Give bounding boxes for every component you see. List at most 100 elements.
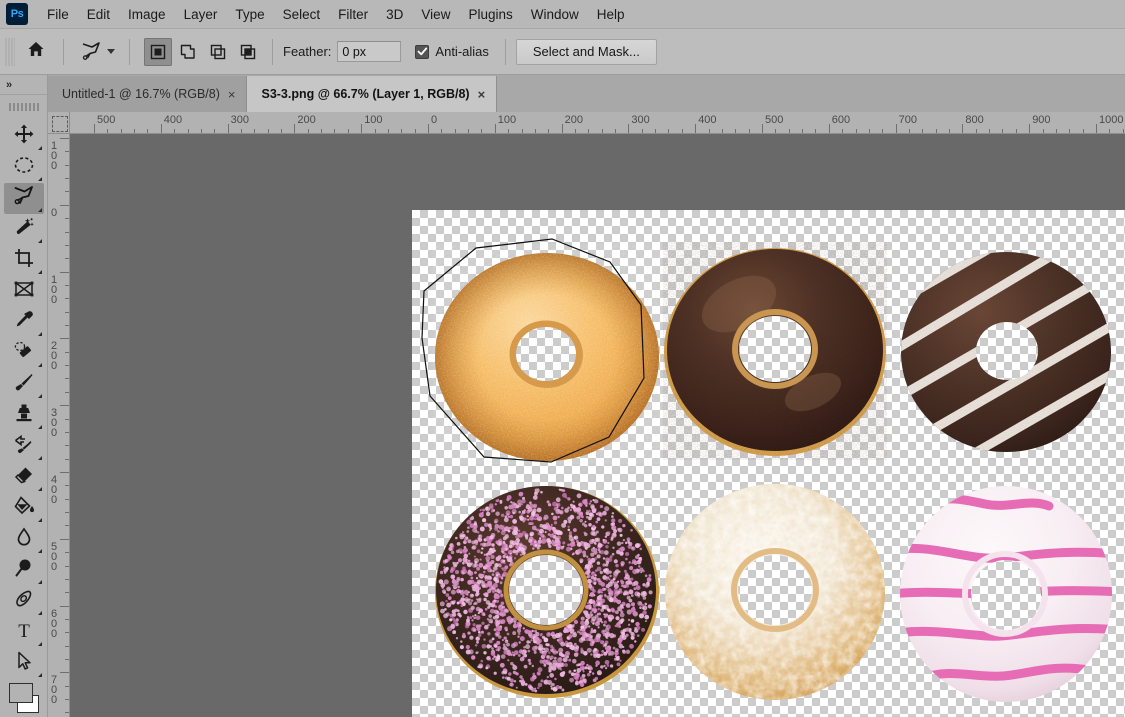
ruler-tick-minor xyxy=(65,712,69,714)
add-to-selection-button[interactable] xyxy=(174,38,202,66)
path-selection-tool[interactable] xyxy=(4,648,44,679)
color-swatches[interactable] xyxy=(9,683,39,713)
elliptical-marquee-tool[interactable] xyxy=(4,152,44,183)
ruler-label: 0 xyxy=(431,114,438,126)
donut-hole xyxy=(739,316,811,382)
tool-list: T xyxy=(4,121,44,679)
svg-text:T: T xyxy=(18,621,30,641)
ruler-tick-minor xyxy=(65,632,69,634)
menu-item-view[interactable]: View xyxy=(412,3,459,26)
ruler-origin-corner[interactable] xyxy=(48,112,70,134)
ruler-tick-minor xyxy=(65,498,69,500)
donut-pink-icing-stripes[interactable] xyxy=(899,484,1114,704)
collapse-panel-button[interactable]: » xyxy=(0,75,47,95)
menu-item-filter[interactable]: Filter xyxy=(329,3,377,26)
document-tab-s3-3-png[interactable]: S3-3.png @ 66.7% (Layer 1, RGB/8) × xyxy=(247,76,498,112)
ruler-tick-minor xyxy=(735,129,737,133)
ruler-tick-minor xyxy=(240,129,242,133)
clone-stamp-tool[interactable] xyxy=(4,400,44,431)
ruler-tick-major xyxy=(628,124,630,133)
ruler-label: 1 0 0 xyxy=(51,140,58,172)
ruler-tick-major xyxy=(60,472,69,473)
menu-item-3d[interactable]: 3D xyxy=(377,3,412,26)
document-canvas[interactable] xyxy=(412,210,1125,717)
horizontal-ruler[interactable]: 500 400 300 200 100 0 100 200 300 400 500 600 700 800… xyxy=(70,112,1125,134)
ruler-tick-minor xyxy=(922,129,924,133)
vertical-ruler[interactable]: 1 0 0 0 1 0 0 2 0 0 3 0 0 4 0 0 5 0 0 6 0 0 7 0 … xyxy=(48,134,70,717)
ruler-tick-minor xyxy=(882,129,884,133)
ruler-tick-minor xyxy=(708,129,710,133)
menu-item-select[interactable]: Select xyxy=(274,3,330,26)
ruler-tick-major xyxy=(1096,124,1097,133)
menu-item-file[interactable]: File xyxy=(38,3,78,26)
close-icon[interactable]: × xyxy=(228,88,236,101)
menu-item-type[interactable]: Type xyxy=(226,3,273,26)
ruler-tick-minor xyxy=(548,129,550,133)
frame-tool[interactable] xyxy=(4,276,44,307)
history-brush-tool[interactable] xyxy=(4,431,44,462)
donut-chocolate-pink-sprinkles[interactable] xyxy=(434,482,660,704)
ruler-tick-minor xyxy=(1002,129,1004,133)
donut-glazed-plain[interactable] xyxy=(433,244,661,464)
move-tool[interactable] xyxy=(4,121,44,152)
subtract-from-selection-button[interactable] xyxy=(204,38,232,66)
magic-wand-tool[interactable] xyxy=(4,214,44,245)
document-tab-untitled-1[interactable]: Untitled-1 @ 16.7% (RGB/8) × xyxy=(48,76,248,112)
menu-item-window[interactable]: Window xyxy=(522,3,588,26)
home-button[interactable] xyxy=(19,35,53,69)
tools-panel: » T xyxy=(0,75,48,717)
new-selection-button[interactable] xyxy=(144,37,172,66)
pen-tool[interactable] xyxy=(4,586,44,617)
ruler-tick-minor xyxy=(401,129,403,133)
type-tool[interactable]: T xyxy=(4,617,44,648)
eyedropper-tool[interactable] xyxy=(4,307,44,338)
donut-chocolate-white-stripes[interactable] xyxy=(900,250,1112,454)
antialias-control[interactable]: Anti-alias xyxy=(415,44,489,59)
crop-tool[interactable] xyxy=(4,245,44,276)
options-bar-grip[interactable] xyxy=(5,37,15,66)
ruler-tick-minor xyxy=(65,565,69,567)
close-icon[interactable]: × xyxy=(478,88,486,101)
spot-healing-brush-tool[interactable] xyxy=(4,338,44,369)
dodge-tool[interactable] xyxy=(4,555,44,586)
foreground-color-swatch[interactable] xyxy=(9,683,33,703)
eraser-tool[interactable] xyxy=(4,462,44,493)
menu-item-layer[interactable]: Layer xyxy=(175,3,227,26)
tools-panel-drag-handle[interactable] xyxy=(0,95,47,119)
feather-input[interactable] xyxy=(337,41,402,62)
feather-label: Feather: xyxy=(283,44,332,59)
ruler-tick-major xyxy=(60,204,69,206)
select-and-mask-button[interactable]: Select and Mask... xyxy=(515,38,657,65)
tool-preset-picker[interactable] xyxy=(74,36,119,68)
donut-powdered-sugar[interactable] xyxy=(664,482,886,702)
ruler-label: 600 xyxy=(831,114,851,126)
document-tab-title: S3-3.png @ 66.7% (Layer 1, RGB/8) xyxy=(261,87,470,101)
donut-chocolate-glazed[interactable] xyxy=(663,242,887,460)
menu-item-plugins[interactable]: Plugins xyxy=(459,3,521,26)
menu-item-edit[interactable]: Edit xyxy=(78,3,119,26)
paint-bucket-tool[interactable] xyxy=(4,493,44,524)
ruler-label: 200 xyxy=(297,114,316,126)
ruler-tick-minor xyxy=(681,129,683,133)
intersect-with-selection-button[interactable] xyxy=(234,38,262,66)
ruler-tick-minor xyxy=(1055,129,1057,133)
ruler-tick-minor xyxy=(65,231,69,233)
ruler-tick-minor xyxy=(935,129,937,133)
menu-item-help[interactable]: Help xyxy=(588,3,634,26)
tool-flyout-triangle-icon xyxy=(38,425,42,429)
ruler-tick-minor xyxy=(65,525,69,527)
tool-flyout-triangle-icon xyxy=(38,146,42,150)
history-brush-icon xyxy=(13,433,35,460)
menu-item-image[interactable]: Image xyxy=(119,3,175,26)
canvas-workspace[interactable] xyxy=(70,134,1125,717)
ruler-tick-major xyxy=(60,405,69,407)
tool-flyout-triangle-icon xyxy=(38,208,42,212)
ruler-tick-minor xyxy=(307,129,309,133)
donut-hole xyxy=(516,327,576,381)
blur-tool[interactable] xyxy=(4,524,44,555)
polygonal-lasso-tool[interactable] xyxy=(4,183,44,214)
options-separator-2 xyxy=(129,38,130,65)
brush-tool[interactable] xyxy=(4,369,44,400)
antialias-checkbox[interactable] xyxy=(415,44,430,59)
ruler-tick-minor xyxy=(65,178,69,180)
